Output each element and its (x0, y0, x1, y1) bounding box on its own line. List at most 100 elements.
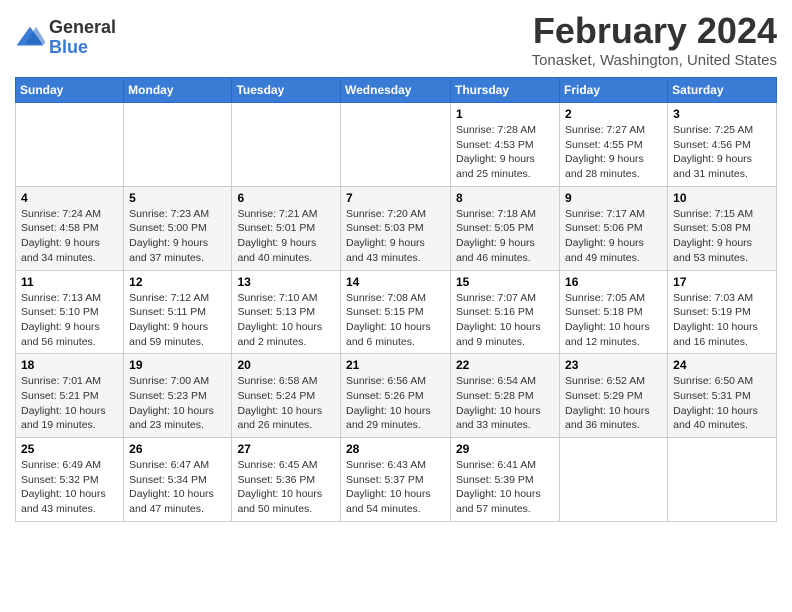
day-number: 4 (21, 191, 118, 205)
day-cell: 6 Sunrise: 7:21 AMSunset: 5:01 PMDayligh… (232, 186, 341, 270)
day-info: Sunrise: 7:27 AMSunset: 4:55 PMDaylight:… (565, 123, 662, 182)
day-cell: 26 Sunrise: 6:47 AMSunset: 5:34 PMDaylig… (124, 438, 232, 522)
day-number: 25 (21, 442, 118, 456)
weekday-header-thursday: Thursday (451, 78, 560, 103)
day-cell (232, 103, 341, 187)
day-number: 16 (565, 275, 662, 289)
weekday-header-wednesday: Wednesday (341, 78, 451, 103)
day-number: 10 (673, 191, 771, 205)
day-number: 15 (456, 275, 554, 289)
weekday-row: SundayMondayTuesdayWednesdayThursdayFrid… (16, 78, 777, 103)
day-cell (124, 103, 232, 187)
day-info: Sunrise: 7:00 AMSunset: 5:23 PMDaylight:… (129, 374, 226, 433)
day-number: 21 (346, 358, 445, 372)
day-info: Sunrise: 7:20 AMSunset: 5:03 PMDaylight:… (346, 207, 445, 266)
day-info: Sunrise: 7:08 AMSunset: 5:15 PMDaylight:… (346, 291, 445, 350)
day-number: 1 (456, 107, 554, 121)
day-number: 18 (21, 358, 118, 372)
day-info: Sunrise: 6:45 AMSunset: 5:36 PMDaylight:… (237, 458, 335, 517)
day-cell: 23 Sunrise: 6:52 AMSunset: 5:29 PMDaylig… (560, 354, 668, 438)
day-cell: 12 Sunrise: 7:12 AMSunset: 5:11 PMDaylig… (124, 270, 232, 354)
weekday-header-monday: Monday (124, 78, 232, 103)
day-info: Sunrise: 6:56 AMSunset: 5:26 PMDaylight:… (346, 374, 445, 433)
day-cell: 4 Sunrise: 7:24 AMSunset: 4:58 PMDayligh… (16, 186, 124, 270)
day-cell: 10 Sunrise: 7:15 AMSunset: 5:08 PMDaylig… (668, 186, 777, 270)
day-info: Sunrise: 7:01 AMSunset: 5:21 PMDaylight:… (21, 374, 118, 433)
day-info: Sunrise: 7:25 AMSunset: 4:56 PMDaylight:… (673, 123, 771, 182)
day-info: Sunrise: 6:41 AMSunset: 5:39 PMDaylight:… (456, 458, 554, 517)
week-row-3: 18 Sunrise: 7:01 AMSunset: 5:21 PMDaylig… (16, 354, 777, 438)
day-cell: 22 Sunrise: 6:54 AMSunset: 5:28 PMDaylig… (451, 354, 560, 438)
day-number: 17 (673, 275, 771, 289)
calendar: SundayMondayTuesdayWednesdayThursdayFrid… (15, 77, 777, 522)
weekday-header-tuesday: Tuesday (232, 78, 341, 103)
weekday-header-saturday: Saturday (668, 78, 777, 103)
day-number: 6 (237, 191, 335, 205)
calendar-body: 1 Sunrise: 7:28 AMSunset: 4:53 PMDayligh… (16, 103, 777, 522)
day-number: 29 (456, 442, 554, 456)
day-info: Sunrise: 7:21 AMSunset: 5:01 PMDaylight:… (237, 207, 335, 266)
day-number: 3 (673, 107, 771, 121)
week-row-1: 4 Sunrise: 7:24 AMSunset: 4:58 PMDayligh… (16, 186, 777, 270)
day-info: Sunrise: 7:07 AMSunset: 5:16 PMDaylight:… (456, 291, 554, 350)
day-number: 22 (456, 358, 554, 372)
day-info: Sunrise: 6:52 AMSunset: 5:29 PMDaylight:… (565, 374, 662, 433)
weekday-header-sunday: Sunday (16, 78, 124, 103)
day-cell: 1 Sunrise: 7:28 AMSunset: 4:53 PMDayligh… (451, 103, 560, 187)
logo-icon (15, 23, 45, 53)
calendar-header: SundayMondayTuesdayWednesdayThursdayFrid… (16, 78, 777, 103)
day-cell: 8 Sunrise: 7:18 AMSunset: 5:05 PMDayligh… (451, 186, 560, 270)
header: General Blue February 2024 Tonasket, Was… (15, 10, 777, 69)
day-cell: 3 Sunrise: 7:25 AMSunset: 4:56 PMDayligh… (668, 103, 777, 187)
day-cell (16, 103, 124, 187)
day-info: Sunrise: 6:47 AMSunset: 5:34 PMDaylight:… (129, 458, 226, 517)
day-cell (668, 438, 777, 522)
day-cell: 5 Sunrise: 7:23 AMSunset: 5:00 PMDayligh… (124, 186, 232, 270)
day-info: Sunrise: 7:13 AMSunset: 5:10 PMDaylight:… (21, 291, 118, 350)
week-row-0: 1 Sunrise: 7:28 AMSunset: 4:53 PMDayligh… (16, 103, 777, 187)
day-number: 20 (237, 358, 335, 372)
day-cell: 29 Sunrise: 6:41 AMSunset: 5:39 PMDaylig… (451, 438, 560, 522)
day-cell: 18 Sunrise: 7:01 AMSunset: 5:21 PMDaylig… (16, 354, 124, 438)
day-number: 9 (565, 191, 662, 205)
day-cell: 2 Sunrise: 7:27 AMSunset: 4:55 PMDayligh… (560, 103, 668, 187)
day-number: 23 (565, 358, 662, 372)
day-number: 28 (346, 442, 445, 456)
location-title: Tonasket, Washington, United States (532, 52, 777, 69)
logo-text: General Blue (49, 18, 116, 58)
day-number: 11 (21, 275, 118, 289)
day-info: Sunrise: 6:49 AMSunset: 5:32 PMDaylight:… (21, 458, 118, 517)
day-number: 2 (565, 107, 662, 121)
day-info: Sunrise: 6:54 AMSunset: 5:28 PMDaylight:… (456, 374, 554, 433)
day-info: Sunrise: 7:12 AMSunset: 5:11 PMDaylight:… (129, 291, 226, 350)
day-info: Sunrise: 7:17 AMSunset: 5:06 PMDaylight:… (565, 207, 662, 266)
weekday-header-friday: Friday (560, 78, 668, 103)
day-cell: 13 Sunrise: 7:10 AMSunset: 5:13 PMDaylig… (232, 270, 341, 354)
title-area: February 2024 Tonasket, Washington, Unit… (532, 10, 777, 69)
day-number: 27 (237, 442, 335, 456)
day-info: Sunrise: 7:23 AMSunset: 5:00 PMDaylight:… (129, 207, 226, 266)
logo-blue: Blue (49, 38, 116, 58)
week-row-2: 11 Sunrise: 7:13 AMSunset: 5:10 PMDaylig… (16, 270, 777, 354)
day-cell: 7 Sunrise: 7:20 AMSunset: 5:03 PMDayligh… (341, 186, 451, 270)
day-number: 19 (129, 358, 226, 372)
day-cell: 24 Sunrise: 6:50 AMSunset: 5:31 PMDaylig… (668, 354, 777, 438)
logo: General Blue (15, 18, 116, 58)
day-cell: 27 Sunrise: 6:45 AMSunset: 5:36 PMDaylig… (232, 438, 341, 522)
day-number: 5 (129, 191, 226, 205)
day-cell: 11 Sunrise: 7:13 AMSunset: 5:10 PMDaylig… (16, 270, 124, 354)
day-info: Sunrise: 6:58 AMSunset: 5:24 PMDaylight:… (237, 374, 335, 433)
logo-general: General (49, 18, 116, 38)
day-cell (560, 438, 668, 522)
day-number: 8 (456, 191, 554, 205)
day-info: Sunrise: 7:24 AMSunset: 4:58 PMDaylight:… (21, 207, 118, 266)
day-cell: 17 Sunrise: 7:03 AMSunset: 5:19 PMDaylig… (668, 270, 777, 354)
day-info: Sunrise: 7:28 AMSunset: 4:53 PMDaylight:… (456, 123, 554, 182)
day-number: 13 (237, 275, 335, 289)
day-info: Sunrise: 7:18 AMSunset: 5:05 PMDaylight:… (456, 207, 554, 266)
day-number: 24 (673, 358, 771, 372)
day-cell: 15 Sunrise: 7:07 AMSunset: 5:16 PMDaylig… (451, 270, 560, 354)
day-cell: 28 Sunrise: 6:43 AMSunset: 5:37 PMDaylig… (341, 438, 451, 522)
day-cell: 16 Sunrise: 7:05 AMSunset: 5:18 PMDaylig… (560, 270, 668, 354)
day-cell: 9 Sunrise: 7:17 AMSunset: 5:06 PMDayligh… (560, 186, 668, 270)
